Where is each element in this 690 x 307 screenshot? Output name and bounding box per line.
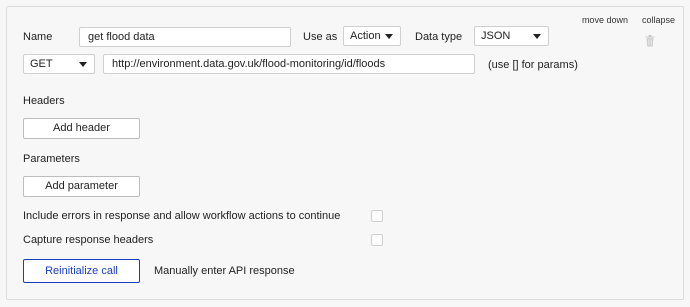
api-call-panel: move down collapse Name get flood data U… (6, 6, 684, 300)
include-errors-label: Include errors in response and allow wor… (23, 210, 341, 222)
trash-icon[interactable] (645, 35, 655, 47)
capture-headers-label: Capture response headers (23, 234, 154, 246)
method-dropdown[interactable]: GET (23, 54, 95, 74)
collapse-link[interactable]: collapse (642, 15, 675, 25)
header-actions: move down collapse (582, 15, 675, 25)
add-header-button[interactable]: Add header (23, 118, 140, 139)
name-label: Name (23, 31, 53, 43)
headers-title: Headers (23, 95, 65, 107)
include-errors-checkbox[interactable] (371, 210, 383, 222)
params-hint: (use [] for params) (488, 59, 578, 71)
use-as-value: Action (350, 30, 381, 42)
url-input[interactable]: http://environment.data.gov.uk/flood-mon… (103, 54, 475, 74)
chevron-down-icon (533, 34, 541, 39)
manual-response-link[interactable]: Manually enter API response (154, 265, 295, 277)
move-down-link[interactable]: move down (582, 15, 628, 25)
chevron-down-icon (79, 62, 87, 67)
parameters-title: Parameters (23, 153, 80, 165)
add-parameter-button[interactable]: Add parameter (23, 176, 140, 197)
use-as-dropdown[interactable]: Action (343, 26, 401, 46)
data-type-label: Data type (415, 31, 463, 43)
chevron-down-icon (385, 34, 393, 39)
reinitialize-call-button[interactable]: Reinitialize call (23, 259, 140, 283)
data-type-dropdown[interactable]: JSON (474, 26, 549, 46)
method-value: GET (30, 58, 53, 70)
name-input[interactable]: get flood data (79, 27, 291, 47)
data-type-value: JSON (481, 30, 511, 42)
capture-headers-checkbox[interactable] (371, 234, 383, 246)
use-as-label: Use as (303, 31, 338, 43)
